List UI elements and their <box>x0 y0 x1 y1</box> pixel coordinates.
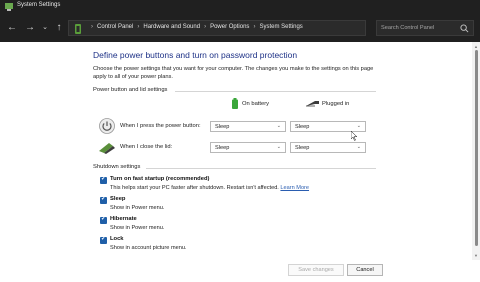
sleep-checkbox[interactable] <box>100 195 107 204</box>
power-button-on-battery-select[interactable]: Sleep ⌄ <box>210 121 286 132</box>
power-button-icon <box>99 118 115 134</box>
laptop-lid-icon <box>99 143 115 154</box>
search-icon <box>460 24 469 33</box>
fast-startup-description: This helps start your PC faster after sh… <box>110 185 309 191</box>
breadcrumb-hardware-and-sound[interactable]: Hardware and Sound <box>143 24 200 30</box>
page-title: Define power buttons and turn on passwor… <box>93 50 298 60</box>
lock-checkbox[interactable] <box>100 235 107 244</box>
section-divider <box>175 91 376 92</box>
cancel-button[interactable]: Cancel <box>347 264 383 276</box>
breadcrumb-power-options[interactable]: Power Options <box>210 24 249 30</box>
search-placeholder: Search Control Panel <box>381 25 435 31</box>
chevron-down-icon: ⌄ <box>356 123 361 129</box>
column-plugged-in: Plugged in <box>322 101 350 107</box>
column-on-battery: On battery <box>242 101 270 107</box>
select-value: Sleep <box>295 145 310 151</box>
power-section-title: Power button and lid settings <box>93 87 168 93</box>
search-input[interactable]: Search Control Panel <box>376 20 474 36</box>
hibernate-label: Hibernate <box>110 216 137 222</box>
lid-plugged-in-select[interactable]: Sleep ⌄ <box>290 142 366 153</box>
breadcrumb-chevron-icon: › <box>137 24 140 30</box>
vertical-scrollbar[interactable]: ▲ ▼ <box>472 42 480 260</box>
battery-icon <box>232 98 238 109</box>
hibernate-description: Show in Power menu. <box>110 225 165 231</box>
control-panel-icon <box>75 24 81 34</box>
window-title: System Settings <box>17 2 61 8</box>
breadcrumb-system-settings[interactable]: System Settings <box>259 24 302 30</box>
breadcrumb-control-panel[interactable]: Control Panel <box>97 24 133 30</box>
learn-more-link[interactable]: Learn More <box>280 185 309 191</box>
chevron-down-icon: ⌄ <box>276 123 281 129</box>
lid-on-battery-select[interactable]: Sleep ⌄ <box>210 142 286 153</box>
breadcrumb-chevron-icon: › <box>204 24 207 30</box>
lid-row-label: When I close the lid: <box>120 144 173 150</box>
page-description: Choose the power settings that you want … <box>93 66 374 80</box>
breadcrumb-chevron-icon: › <box>91 24 93 30</box>
hibernate-checkbox[interactable] <box>100 215 107 224</box>
power-button-row-label: When I press the power button: <box>120 123 201 129</box>
mouse-cursor-icon <box>351 131 357 141</box>
sleep-label: Sleep <box>110 196 126 202</box>
select-value: Sleep <box>295 124 310 130</box>
select-value: Sleep <box>215 124 230 130</box>
address-bar[interactable]: › Control Panel › Hardware and Sound › Power … <box>68 20 366 36</box>
breadcrumb: › Control Panel › Hardware and Sound › Power … <box>87 24 303 30</box>
chevron-down-icon: ⌄ <box>356 144 361 150</box>
fast-startup-checkbox[interactable] <box>100 175 107 184</box>
footer-bar: Save changes Cancel <box>0 260 472 282</box>
scroll-up-icon[interactable]: ▲ <box>474 44 478 49</box>
breadcrumb-chevron-icon: › <box>253 24 256 30</box>
lock-description: Show in account picture menu. <box>110 245 187 251</box>
recent-locations-chevron-icon[interactable]: ⌄ <box>38 21 52 35</box>
forward-arrow-icon[interactable]: → <box>23 21 37 35</box>
fast-startup-desc-text: This helps start your PC faster after sh… <box>110 185 279 191</box>
back-arrow-icon[interactable]: ← <box>5 21 19 35</box>
lock-label: Lock <box>110 236 124 242</box>
up-arrow-icon[interactable]: ↑ <box>52 21 66 35</box>
navigation-bar: ← → ⌄ ↑ › Control Panel › Hardware and Soun… <box>0 14 480 42</box>
section-divider <box>146 168 376 169</box>
shutdown-section-title: Shutdown settings <box>93 164 141 170</box>
scrollbar-thumb[interactable] <box>475 50 478 246</box>
chevron-down-icon: ⌄ <box>276 144 281 150</box>
select-value: Sleep <box>215 145 230 151</box>
fast-startup-label: Turn on fast startup (recommended) <box>110 176 210 182</box>
app-icon <box>5 3 13 11</box>
save-changes-button[interactable]: Save changes <box>288 264 344 276</box>
title-bar: System Settings <box>0 0 480 14</box>
main-content: Define power buttons and turn on passwor… <box>0 42 472 260</box>
plug-icon <box>306 101 319 107</box>
sleep-description: Show in Power menu. <box>110 205 165 211</box>
scroll-down-icon[interactable]: ▼ <box>474 253 478 258</box>
